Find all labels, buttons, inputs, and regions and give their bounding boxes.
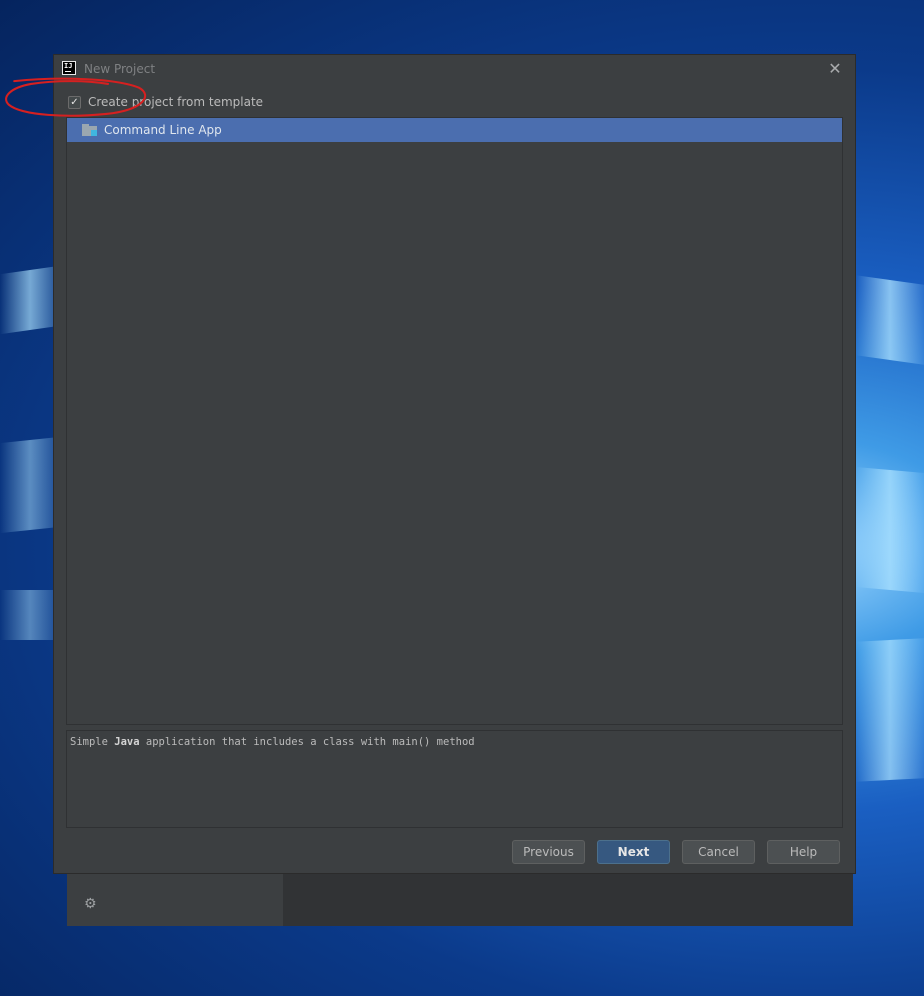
light-beam xyxy=(0,590,60,640)
create-from-template-label[interactable]: Create project from template xyxy=(88,95,263,109)
template-list-item-command-line-app[interactable]: Command Line App xyxy=(67,118,842,142)
description-suffix: application that includes a class with m… xyxy=(139,736,475,748)
next-button[interactable]: Next xyxy=(597,840,670,864)
light-beam xyxy=(856,275,924,365)
close-icon[interactable]: ✕ xyxy=(825,59,845,79)
new-project-dialog: IJ New Project ✕ ✓ Create project from t… xyxy=(53,54,856,874)
gear-icon[interactable]: ⚙ xyxy=(84,896,97,912)
create-from-template-checkbox[interactable]: ✓ xyxy=(68,95,81,109)
intellij-app-icon: IJ xyxy=(62,61,76,75)
template-list[interactable]: Command Line App xyxy=(66,117,843,725)
description-prefix: Simple xyxy=(70,736,115,748)
previous-button[interactable]: Previous xyxy=(512,840,585,864)
template-label: Command Line App xyxy=(104,123,222,137)
dialog-titlebar: IJ New Project ✕ xyxy=(54,55,855,83)
ide-welcome-window: ⚙ xyxy=(67,870,853,926)
dialog-title: New Project xyxy=(84,62,156,76)
light-beam xyxy=(856,467,924,593)
description-language: Java xyxy=(114,736,140,748)
template-description: Simple Java application that includes a … xyxy=(66,730,843,828)
create-from-template-option[interactable]: ✓ Create project from template xyxy=(68,93,263,111)
folder-icon xyxy=(82,124,98,136)
light-beam xyxy=(0,265,60,335)
cancel-button[interactable]: Cancel xyxy=(682,840,755,864)
light-beam xyxy=(856,638,924,782)
ide-welcome-sidebar: ⚙ xyxy=(67,870,283,926)
light-beam xyxy=(0,436,60,534)
help-button[interactable]: Help xyxy=(767,840,840,864)
